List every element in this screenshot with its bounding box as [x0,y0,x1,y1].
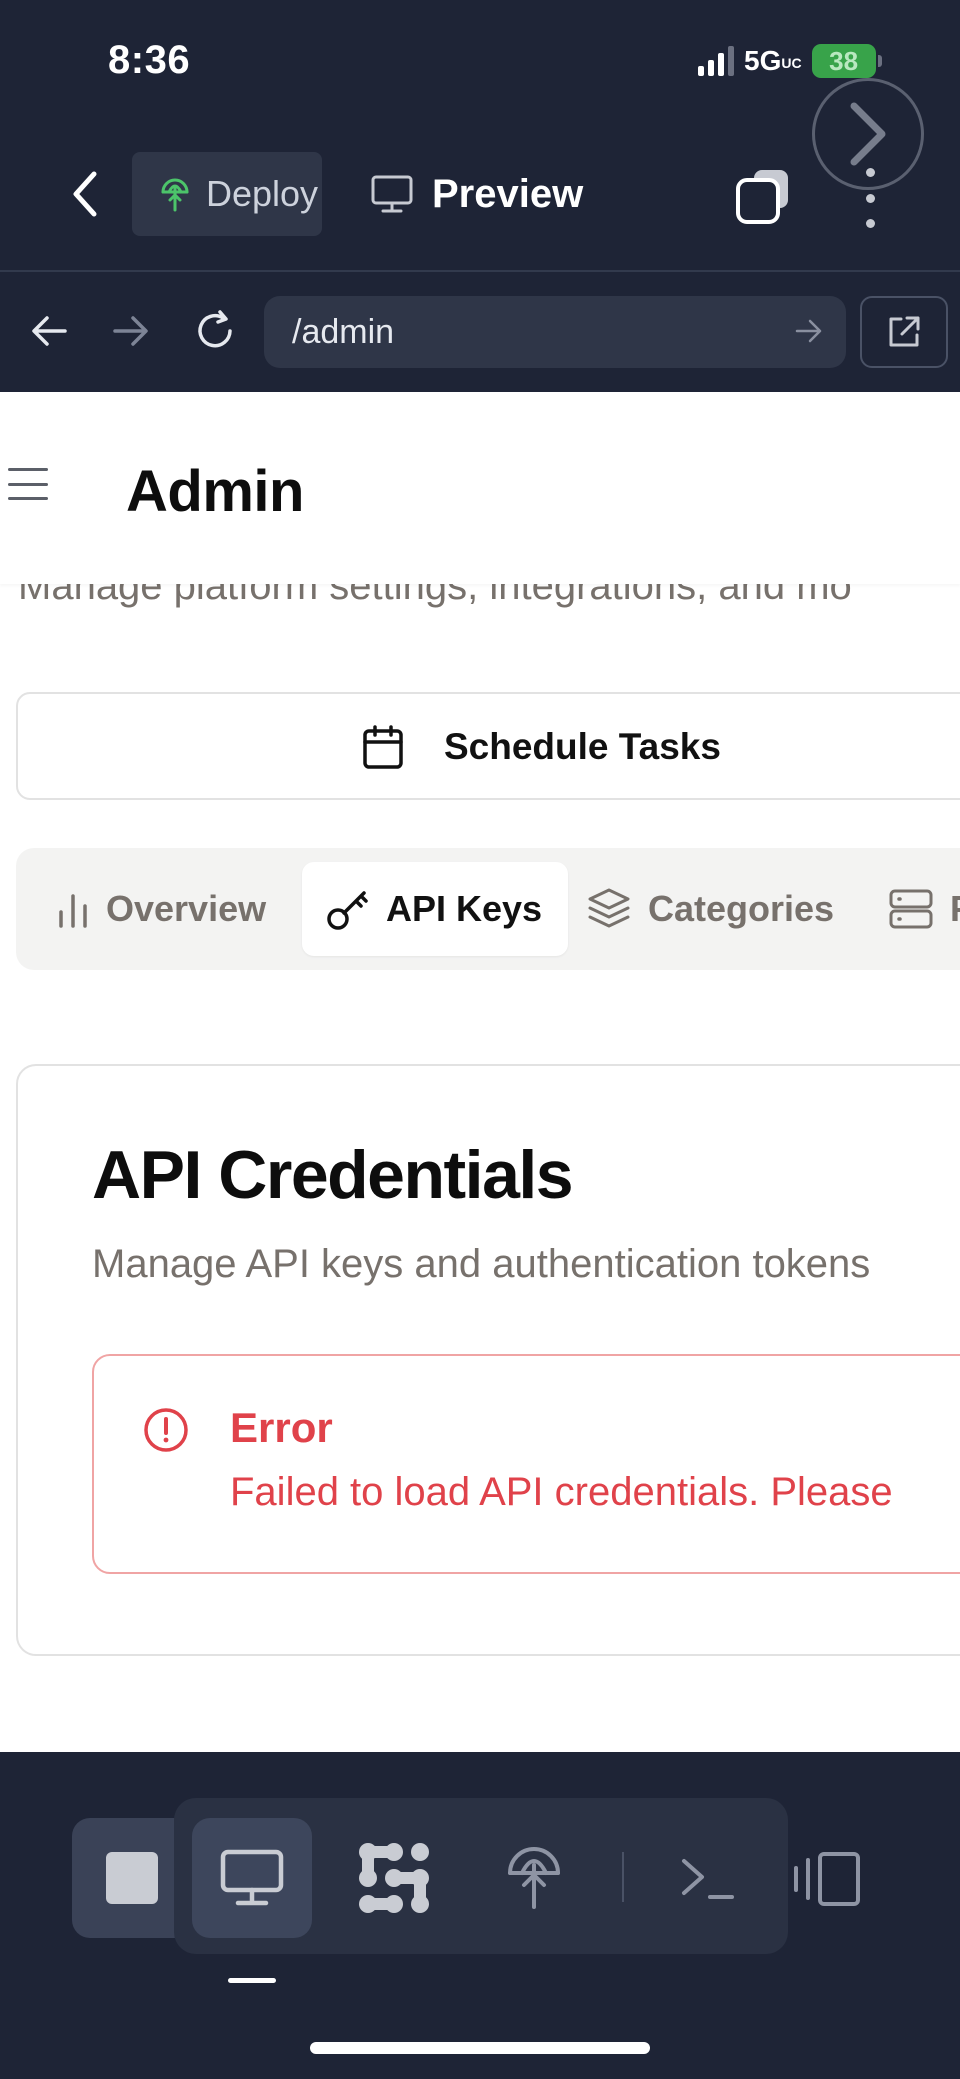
app-chrome: 8:36 5GUC 38 Deploy Preview /admin [0,0,960,392]
deploy-tab[interactable]: Deploy [132,152,322,236]
bottom-toolbar [0,1752,960,2079]
url-input[interactable]: /admin [264,296,846,368]
chrome-divider [0,270,960,272]
dock-separator [622,1852,624,1902]
calendar-icon [363,725,403,769]
battery-icon: 38 [811,44,882,78]
tab-api-keys[interactable]: API Keys [302,862,569,956]
browser-url-bar: /admin [0,292,960,372]
preview-label: Preview [432,171,584,216]
more-options-icon[interactable] [860,168,880,228]
deploy-label: Deploy [206,173,319,214]
monitor-icon [220,1849,284,1906]
bar-chart-icon [59,894,87,928]
reload-icon[interactable] [190,306,240,356]
schedule-tasks-label: Schedule Tasks [444,726,721,767]
schedule-tasks-button[interactable]: Schedule Tasks [16,692,960,800]
layers-icon [588,888,630,928]
go-arrow-icon[interactable] [794,316,824,346]
card-title: API Credentials [92,1137,574,1213]
browser-back-icon[interactable] [24,306,74,356]
external-link-icon [889,316,920,347]
battery-level: 38 [829,45,859,76]
admin-tabs: Overview API Keys Categories P [16,848,960,970]
dock-terminal-button[interactable] [648,1818,768,1938]
dock-agent-button[interactable] [334,1818,454,1938]
ai-agent-icon [359,1843,429,1913]
open-external-button[interactable] [860,296,948,368]
tab-partial-label: P [950,888,960,930]
tab-api-keys-label: API Keys [386,888,543,929]
key-icon [327,891,368,930]
split-view-icon[interactable] [790,1850,864,1908]
stop-icon [106,1852,158,1904]
top-bar: Deploy Preview [0,150,960,240]
error-alert: Error Failed to load API credentials. Pl… [92,1354,960,1574]
monitor-icon [371,175,413,213]
alert-circle-icon [144,1408,188,1452]
dock-deploy-button[interactable] [474,1818,594,1938]
tab-partial[interactable]: P [888,862,960,956]
tab-overview-label: Overview [106,888,267,929]
active-indicator [228,1978,276,1983]
browser-forward-icon[interactable] [106,306,156,356]
dock-preview-button[interactable] [192,1818,312,1938]
web-page: Admin Manage platform settings, integrat… [0,392,960,1752]
tab-overview[interactable]: Overview [56,862,266,956]
preview-tab[interactable]: Preview [370,152,583,236]
dock [174,1798,788,1954]
page-title: Admin [126,459,304,524]
menu-icon[interactable] [8,468,48,500]
status-indicators: 5GUC 38 [698,44,882,78]
home-indicator[interactable] [310,2042,650,2054]
card-description: Manage API keys and authentication token… [92,1242,871,1286]
network-type: 5GUC [744,45,802,76]
deploy-icon [508,1847,560,1909]
terminal-icon [682,1859,734,1899]
server-icon [889,889,933,929]
deploy-icon [161,178,189,212]
alert-message: Failed to load API credentials. Please [230,1470,893,1514]
status-time: 8:36 [108,38,191,82]
page-header: Admin [0,392,960,584]
tabs-switcher-icon[interactable] [734,166,794,226]
api-credentials-card: API Credentials Manage API keys and auth… [16,1064,960,1656]
url-text: /admin [292,312,395,351]
tab-categories[interactable]: Categories [586,862,834,956]
tab-categories-label: Categories [648,888,835,929]
back-chevron-icon[interactable] [60,168,110,220]
alert-title: Error [230,1404,333,1451]
signal-strength-icon [698,46,734,76]
